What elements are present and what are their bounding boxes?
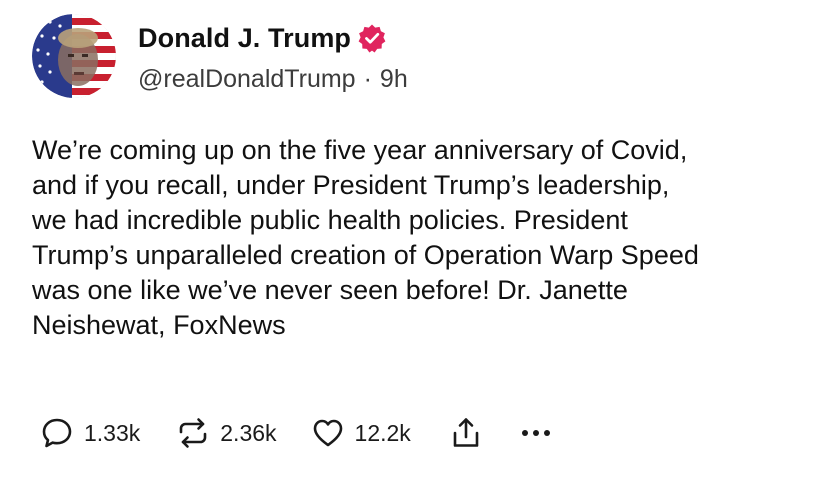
separator-dot: · [363, 65, 372, 93]
post-timestamp[interactable]: 9h [380, 65, 408, 94]
author-handle-row: @realDonaldTrump · 9h [138, 65, 408, 94]
like-count: 12.2k [354, 419, 411, 446]
repost-count: 2.36k [220, 419, 277, 446]
speech-bubble-icon [42, 418, 72, 448]
post-action-bar: 1.33k 2.36k 12.2k [40, 413, 553, 453]
more-options-button[interactable] [519, 416, 553, 450]
heart-icon [313, 419, 342, 447]
verified-badge-icon [357, 23, 387, 53]
ellipsis-icon [521, 430, 550, 436]
author-handle[interactable]: @realDonaldTrump [138, 65, 356, 94]
author-avatar[interactable] [32, 14, 116, 98]
repost-button[interactable]: 2.36k [176, 416, 277, 450]
avatar-flag-portrait-icon [32, 14, 116, 98]
share-button[interactable] [449, 416, 483, 450]
reply-count: 1.33k [84, 419, 141, 446]
post-body-text: We’re coming up on the five year anniver… [32, 135, 699, 340]
share-upload-icon [453, 418, 479, 447]
author-display-name[interactable]: Donald J. Trump [138, 23, 351, 54]
like-button[interactable]: 12.2k [311, 416, 411, 450]
reply-button[interactable]: 1.33k [40, 416, 140, 450]
repost-arrows-icon [179, 418, 207, 448]
author-name-row: Donald J. Trump [138, 18, 387, 58]
post-card: Donald J. Trump @realDonaldTrump · 9h We… [0, 0, 840, 479]
